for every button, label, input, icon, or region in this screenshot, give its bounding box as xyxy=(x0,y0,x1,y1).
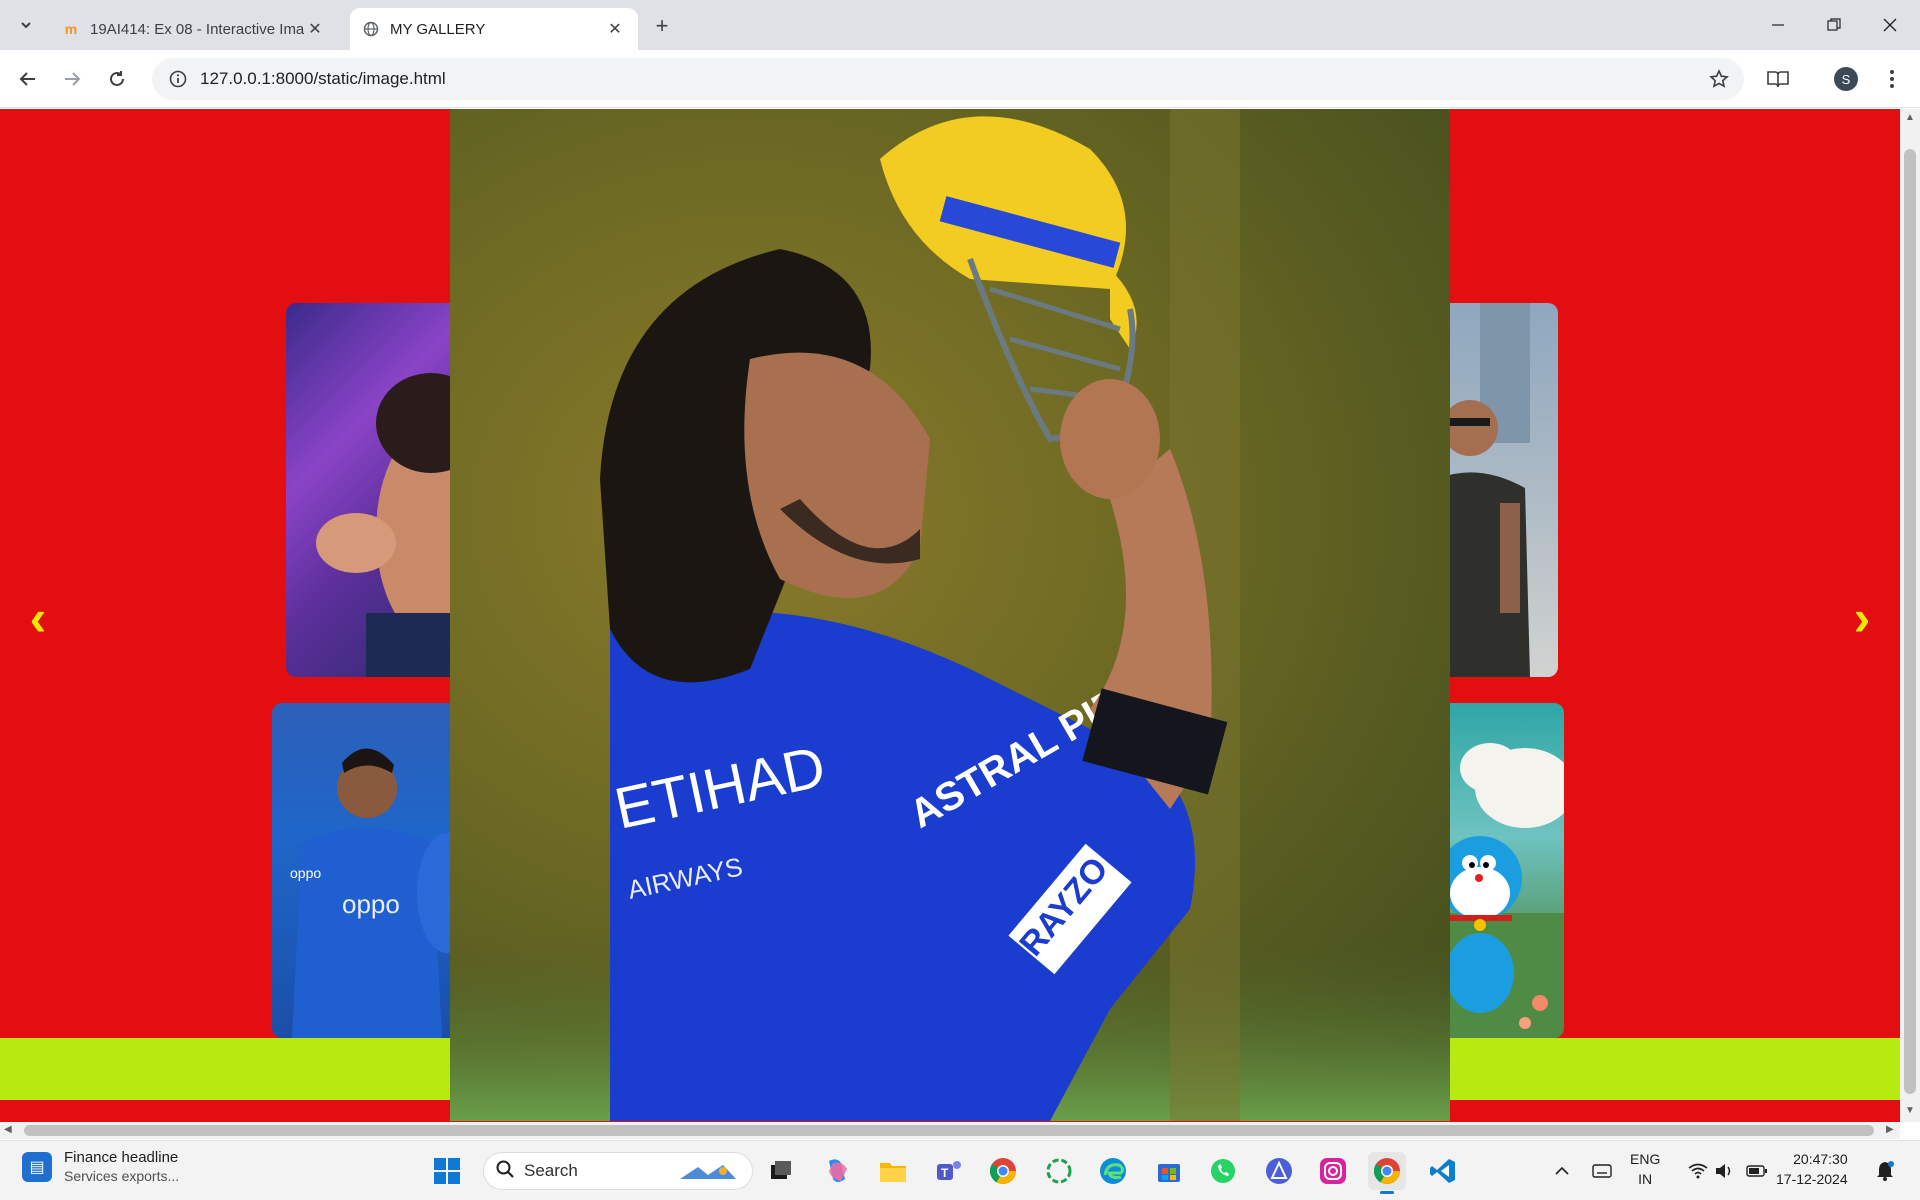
svg-text:T: T xyxy=(941,1166,949,1180)
svg-text:oppo: oppo xyxy=(342,889,400,919)
vscode-icon[interactable] xyxy=(1424,1152,1462,1190)
clock-time: 20:47:30 xyxy=(1793,1151,1848,1167)
edge-icon[interactable] xyxy=(1094,1152,1132,1190)
file-explorer-icon[interactable] xyxy=(874,1152,912,1190)
news-widget[interactable]: ▤ Finance headline Services exports... xyxy=(22,1149,179,1184)
system-clock[interactable]: 20:47:30 17-12-2024 xyxy=(1776,1149,1848,1189)
store-icon[interactable] xyxy=(1150,1152,1188,1190)
clock-date: 17-12-2024 xyxy=(1776,1171,1848,1187)
menu-kebab-icon[interactable] xyxy=(1876,63,1908,95)
vertical-scroll-thumb[interactable] xyxy=(1904,149,1916,1094)
close-window-icon[interactable] xyxy=(1862,0,1918,50)
gallery-thumbnail[interactable] xyxy=(1440,303,1558,677)
scroll-right-icon[interactable]: ▶ xyxy=(1886,1124,1894,1135)
affinity-app-icon[interactable] xyxy=(1260,1152,1298,1190)
news-title: Finance headline xyxy=(64,1149,179,1166)
next-arrow-button[interactable]: › xyxy=(1842,592,1882,644)
copilot-icon[interactable] xyxy=(818,1152,856,1190)
scroll-left-icon[interactable]: ◀ xyxy=(4,1124,12,1135)
volume-icon[interactable] xyxy=(1712,1141,1738,1200)
vertical-scrollbar[interactable]: ▲ ▼ xyxy=(1900,109,1920,1122)
region-code: IN xyxy=(1638,1171,1653,1187)
site-info-icon[interactable] xyxy=(166,67,190,91)
tab-my-gallery[interactable]: MY GALLERY ✕ xyxy=(350,8,638,50)
horizontal-scroll-thumb[interactable] xyxy=(24,1125,1874,1136)
url-text[interactable]: 127.0.0.1:8000/static/image.html xyxy=(200,69,1702,89)
horizontal-scrollbar[interactable]: ◀ ▶ xyxy=(0,1122,1900,1139)
gallery-page: oppo oppo ETIHAD AIRWAYS ASTRAL PIPES RA… xyxy=(0,109,1900,1122)
address-bar[interactable]: 127.0.0.1:8000/static/image.html xyxy=(152,58,1744,100)
new-tab-button[interactable]: + xyxy=(648,12,676,40)
restore-icon[interactable] xyxy=(1806,0,1862,50)
search-highlight-icon xyxy=(678,1161,738,1188)
prev-arrow-button[interactable]: ‹ xyxy=(18,592,58,644)
tab-strip: m 19AI414: Ex 08 - Interactive Ima ✕ MY … xyxy=(0,0,1920,50)
language-code: ENG xyxy=(1630,1151,1661,1167)
wifi-icon[interactable] xyxy=(1684,1141,1712,1200)
chrome-icon[interactable] xyxy=(984,1152,1022,1190)
moodle-favicon-icon: m xyxy=(64,21,78,37)
browser-toolbar: 127.0.0.1:8000/static/image.html xyxy=(0,50,1920,108)
windows-start-icon[interactable] xyxy=(428,1152,466,1190)
tab-interactive-image[interactable]: m 19AI414: Ex 08 - Interactive Ima ✕ xyxy=(50,8,338,50)
whatsapp-icon[interactable] xyxy=(1204,1152,1242,1190)
reading-mode-icon[interactable] xyxy=(1762,63,1794,95)
featured-image[interactable]: ETIHAD AIRWAYS ASTRAL PIPES RAYZO xyxy=(450,109,1450,1121)
profile-avatar[interactable]: S xyxy=(1834,67,1858,91)
bookmark-star-icon[interactable] xyxy=(1702,62,1736,96)
refresh-app-icon[interactable] xyxy=(1040,1152,1078,1190)
gallery-thumbnail[interactable]: oppo oppo xyxy=(272,703,466,1038)
gallery-thumbnail[interactable] xyxy=(1440,703,1564,1038)
show-hidden-icons[interactable] xyxy=(1548,1141,1576,1200)
reload-icon[interactable] xyxy=(101,63,133,95)
scroll-up-icon[interactable]: ▲ xyxy=(1905,112,1915,123)
instagram-icon[interactable] xyxy=(1314,1152,1352,1190)
svg-text:oppo: oppo xyxy=(290,865,321,881)
tab-search-button[interactable] xyxy=(12,11,40,39)
chrome-profile-icon[interactable] xyxy=(1368,1152,1406,1194)
teams-icon[interactable]: T xyxy=(930,1152,968,1190)
search-label: Search xyxy=(524,1161,578,1180)
search-icon xyxy=(496,1160,514,1183)
close-tab-icon[interactable]: ✕ xyxy=(604,18,626,40)
gallery-thumbnail[interactable] xyxy=(286,303,466,677)
task-view-icon[interactable] xyxy=(762,1152,800,1190)
battery-icon[interactable] xyxy=(1744,1141,1770,1200)
close-tab-icon[interactable]: ✕ xyxy=(304,18,326,40)
back-arrow-icon[interactable] xyxy=(12,63,44,95)
windows-taskbar: ▤ Finance headline Services exports... S… xyxy=(0,1140,1920,1200)
keyboard-icon[interactable] xyxy=(1588,1141,1616,1200)
tab-title: MY GALLERY xyxy=(390,20,486,38)
language-indicator[interactable]: ENG IN xyxy=(1630,1149,1660,1189)
globe-icon xyxy=(362,20,380,38)
taskbar-search[interactable]: Search xyxy=(483,1152,753,1190)
news-widget-icon: ▤ xyxy=(22,1151,52,1182)
forward-arrow-icon[interactable] xyxy=(56,63,88,95)
tab-title: 19AI414: Ex 08 - Interactive Ima xyxy=(90,20,304,38)
chevron-down-icon xyxy=(21,22,31,29)
minimize-icon[interactable] xyxy=(1750,0,1806,50)
notification-bell-icon[interactable] xyxy=(1870,1141,1900,1200)
news-subtitle: Services exports... xyxy=(64,1168,180,1184)
scroll-down-icon[interactable]: ▼ xyxy=(1905,1105,1915,1116)
